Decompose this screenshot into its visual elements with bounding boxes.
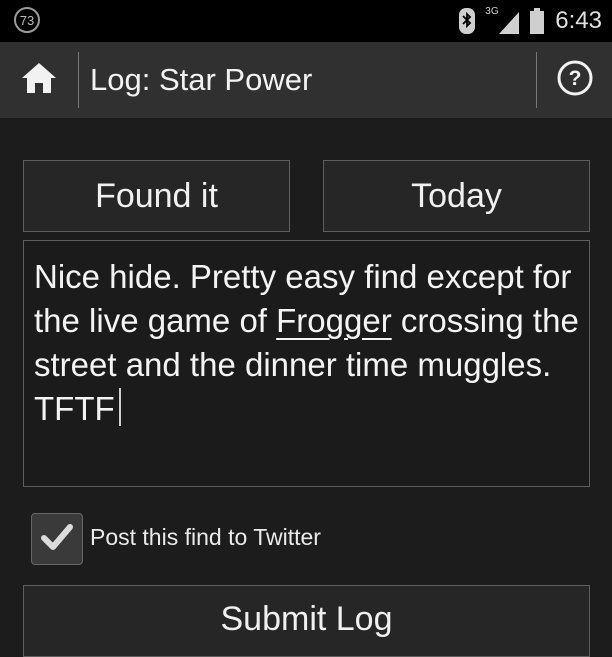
home-icon — [20, 61, 58, 100]
signal-icon: 3G — [485, 6, 520, 34]
svg-text:?: ? — [568, 67, 581, 90]
home-button[interactable] — [0, 42, 78, 118]
log-type-button[interactable]: Found it — [23, 160, 290, 232]
log-date-button[interactable]: Today — [323, 160, 590, 232]
status-icons: 3G 6:43 — [459, 6, 602, 36]
submit-log-button[interactable]: Submit Log — [23, 585, 590, 657]
status-bar: 73 3G 6:43 — [0, 0, 612, 42]
help-icon: ? — [556, 59, 594, 102]
page-title: Log: Star Power — [90, 62, 313, 97]
help-button[interactable]: ? — [537, 42, 612, 118]
text-cursor — [118, 388, 121, 426]
twitter-checkbox[interactable] — [31, 513, 83, 565]
log-text-input[interactable]: Nice hide. Pretty easy find except for t… — [23, 240, 590, 487]
check-icon — [40, 522, 74, 557]
battery-icon — [529, 8, 545, 34]
bluetooth-icon — [459, 8, 476, 34]
twitter-checkbox-label: Post this find to Twitter — [90, 524, 321, 550]
log-text-underlined: Frogger — [276, 302, 392, 339]
action-bar-divider — [78, 52, 79, 108]
action-bar: Log: Star Power ? — [0, 42, 612, 119]
network-type: 3G — [485, 6, 499, 17]
clock: 6:43 — [555, 7, 602, 34]
notification-badge: 73 — [14, 7, 40, 33]
